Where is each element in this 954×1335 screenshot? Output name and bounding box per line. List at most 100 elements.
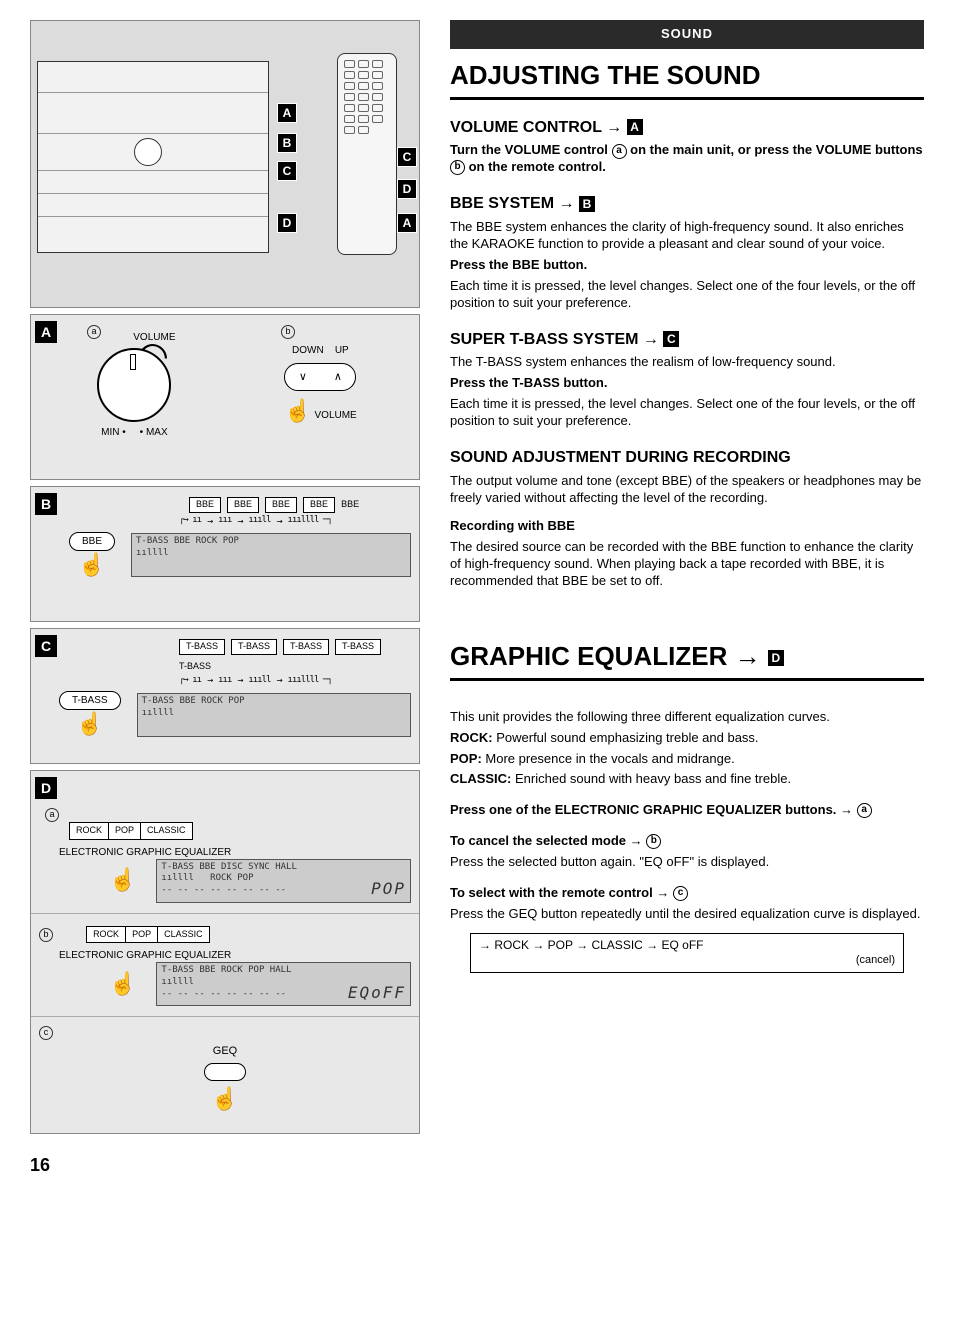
tbass-p2: Press the T-BASS button. (450, 375, 924, 392)
eq-cycle-box: → ROCK → POP → CLASSIC → EQ oFF (cancel) (470, 933, 904, 973)
hand-icon: ☝ (284, 398, 311, 423)
panel-d-circ-b: b (39, 928, 53, 942)
panel-b-label: B (35, 493, 57, 515)
tbass-seq-1: T-BASS (231, 639, 277, 655)
panel-a-circ-b: b (281, 325, 295, 339)
geq-btn-pop: POP (109, 823, 141, 839)
geq-btn-classic: CLASSIC (141, 823, 192, 839)
geq-btn-pop-2: POP (126, 927, 158, 943)
geq-cancel-lbl: To cancel the selected mode → b (450, 833, 924, 850)
device-overview-panel: A B C D C D A (30, 20, 420, 308)
hand-icon: ☝ (109, 970, 136, 999)
callout-remote-d: D (397, 179, 417, 199)
eq-cycle-sub: (cancel) (479, 953, 895, 967)
geq-btn-classic-2: CLASSIC (158, 927, 209, 943)
eq-caption-a: ELECTRONIC GRAPHIC EQUALIZER (59, 846, 411, 859)
geq-remote-label: GEQ (39, 1044, 411, 1058)
eq-caption-b: ELECTRONIC GRAPHIC EQUALIZER (59, 949, 411, 962)
geq-btn-rock-2: ROCK (87, 927, 126, 943)
eq-cycle-line: → ROCK → POP → CLASSIC → EQ oFF (479, 938, 895, 954)
bbe-p2: Press the BBE button. (450, 257, 924, 274)
hand-icon: ☝ (69, 551, 115, 580)
bbe-seq-4: BBE (341, 499, 359, 511)
down-label: DOWN (292, 345, 324, 356)
sound-banner: SOUND (450, 20, 924, 49)
ref-c: C (663, 331, 679, 347)
volume-instruction: Turn the VOLUME control a on the main un… (450, 142, 924, 176)
tbass-p3: Each time it is pressed, the level chang… (450, 396, 924, 430)
tbass-display: T-BASS BBE ROCK POP ııllll (137, 693, 411, 737)
panel-d-geq: D a ROCK POP CLASSIC ELECTRONIC GRAPHIC … (30, 770, 420, 1134)
ref-a: A (627, 119, 643, 135)
text-column: SOUND ADJUSTING THE SOUND VOLUME CONTROL… (450, 20, 924, 1178)
circ-a2: a (857, 803, 872, 818)
panel-a-label: A (35, 321, 57, 343)
circ-b: b (450, 160, 465, 175)
bbe-p1: The BBE system enhances the clarity of h… (450, 219, 924, 253)
tbass-seq-2: T-BASS (283, 639, 329, 655)
hand-icon: ☝ (39, 1085, 411, 1114)
callout-main-c: C (277, 161, 297, 181)
heading-bbe: BBE SYSTEM → B (450, 194, 924, 215)
geq-pop: POP: More presence in the vocals and mid… (450, 751, 924, 768)
geq-press: Press one of the ELECTRONIC GRAPHIC EQUA… (450, 802, 924, 819)
tbass-seq-4: T-BASS (179, 661, 211, 673)
callout-remote-c: C (397, 147, 417, 167)
bbe-seq-1: BBE (227, 497, 259, 513)
geq-remote-txt: Press the GEQ button repeatedly until th… (450, 906, 924, 923)
min-label: MIN (101, 427, 119, 438)
heading-record: SOUND ADJUSTMENT DURING RECORDING (450, 448, 924, 469)
geq-display-off: T-BASS BBE ROCK POP HALL ııllll -- -- --… (156, 962, 411, 1006)
hand-icon: ☝ (109, 866, 136, 895)
geq-rock: ROCK: Powerful sound emphasizing treble … (450, 730, 924, 747)
callout-main-a: A (277, 103, 297, 123)
panel-a-circ-a: a (87, 325, 101, 339)
ref-b: B (579, 196, 595, 212)
diagram-column: A B C D C D A A a b ⤺ VOLUME MIN • • (30, 20, 420, 1178)
bbe-seq-2: BBE (265, 497, 297, 513)
circ-b2: b (646, 834, 661, 849)
callout-main-b: B (277, 133, 297, 153)
stereo-illustration (37, 61, 269, 253)
panel-a-volume: A a b ⤺ VOLUME MIN • • MAX DOWN UP (30, 314, 420, 480)
disp-pop: POP (371, 879, 406, 900)
tbass-button: T-BASS (59, 691, 121, 710)
page-number: 16 (30, 1154, 420, 1177)
record-p3: The desired source can be recorded with … (450, 539, 924, 590)
heading-volume: VOLUME CONTROL → A (450, 118, 924, 139)
panel-c-label: C (35, 635, 57, 657)
ref-d: D (768, 650, 784, 666)
bbe-button: BBE (69, 532, 115, 551)
title-geq: GRAPHIC EQUALIZER → D (450, 640, 924, 681)
up-label: UP (335, 345, 349, 356)
volume-label-2: VOLUME (315, 410, 357, 421)
panel-b-bbe: B BBE BBE BBE BBE BBE ┌→ ıı → ııı → ıııl… (30, 486, 420, 622)
geq-btn-rock: ROCK (70, 823, 109, 839)
tbass-p1: The T-BASS system enhances the realism o… (450, 354, 924, 371)
heading-tbass: SUPER T-BASS SYSTEM → C (450, 330, 924, 351)
callout-main-d: D (277, 213, 297, 233)
tbass-seq-3: T-BASS (335, 639, 381, 655)
bbe-seq-3: BBE (303, 497, 335, 513)
record-p2: Recording with BBE (450, 518, 924, 535)
hand-icon: ☝ (59, 710, 121, 739)
circ-c2: c (673, 886, 688, 901)
geq-display-pop: T-BASS BBE DISC SYNC HALL ııllll ROCK PO… (156, 859, 411, 903)
panel-d-circ-a: a (45, 808, 59, 822)
bbe-seq-0: BBE (189, 497, 221, 513)
geq-p1: This unit provides the following three d… (450, 709, 924, 726)
geq-remote-lbl: To select with the remote control → c (450, 885, 924, 902)
geq-cancel-txt: Press the selected button again. "EQ oFF… (450, 854, 924, 871)
max-label: MAX (146, 427, 168, 438)
panel-d-label: D (35, 777, 57, 799)
bbe-display: T-BASS BBE ROCK POP ııllll (131, 533, 411, 577)
panel-c-tbass: C T-BASS T-BASS T-BASS T-BASS T-BASS ┌→ … (30, 628, 420, 764)
panel-d-circ-c: c (39, 1026, 53, 1040)
callout-remote-a: A (397, 213, 417, 233)
remote-illustration (337, 53, 397, 255)
geq-classic: CLASSIC: Enriched sound with heavy bass … (450, 771, 924, 788)
disp-eqoff: EQoFF (348, 983, 406, 1004)
tbass-seq-0: T-BASS (179, 639, 225, 655)
bbe-p3: Each time it is pressed, the level chang… (450, 278, 924, 312)
record-p1: The output volume and tone (except BBE) … (450, 473, 924, 507)
